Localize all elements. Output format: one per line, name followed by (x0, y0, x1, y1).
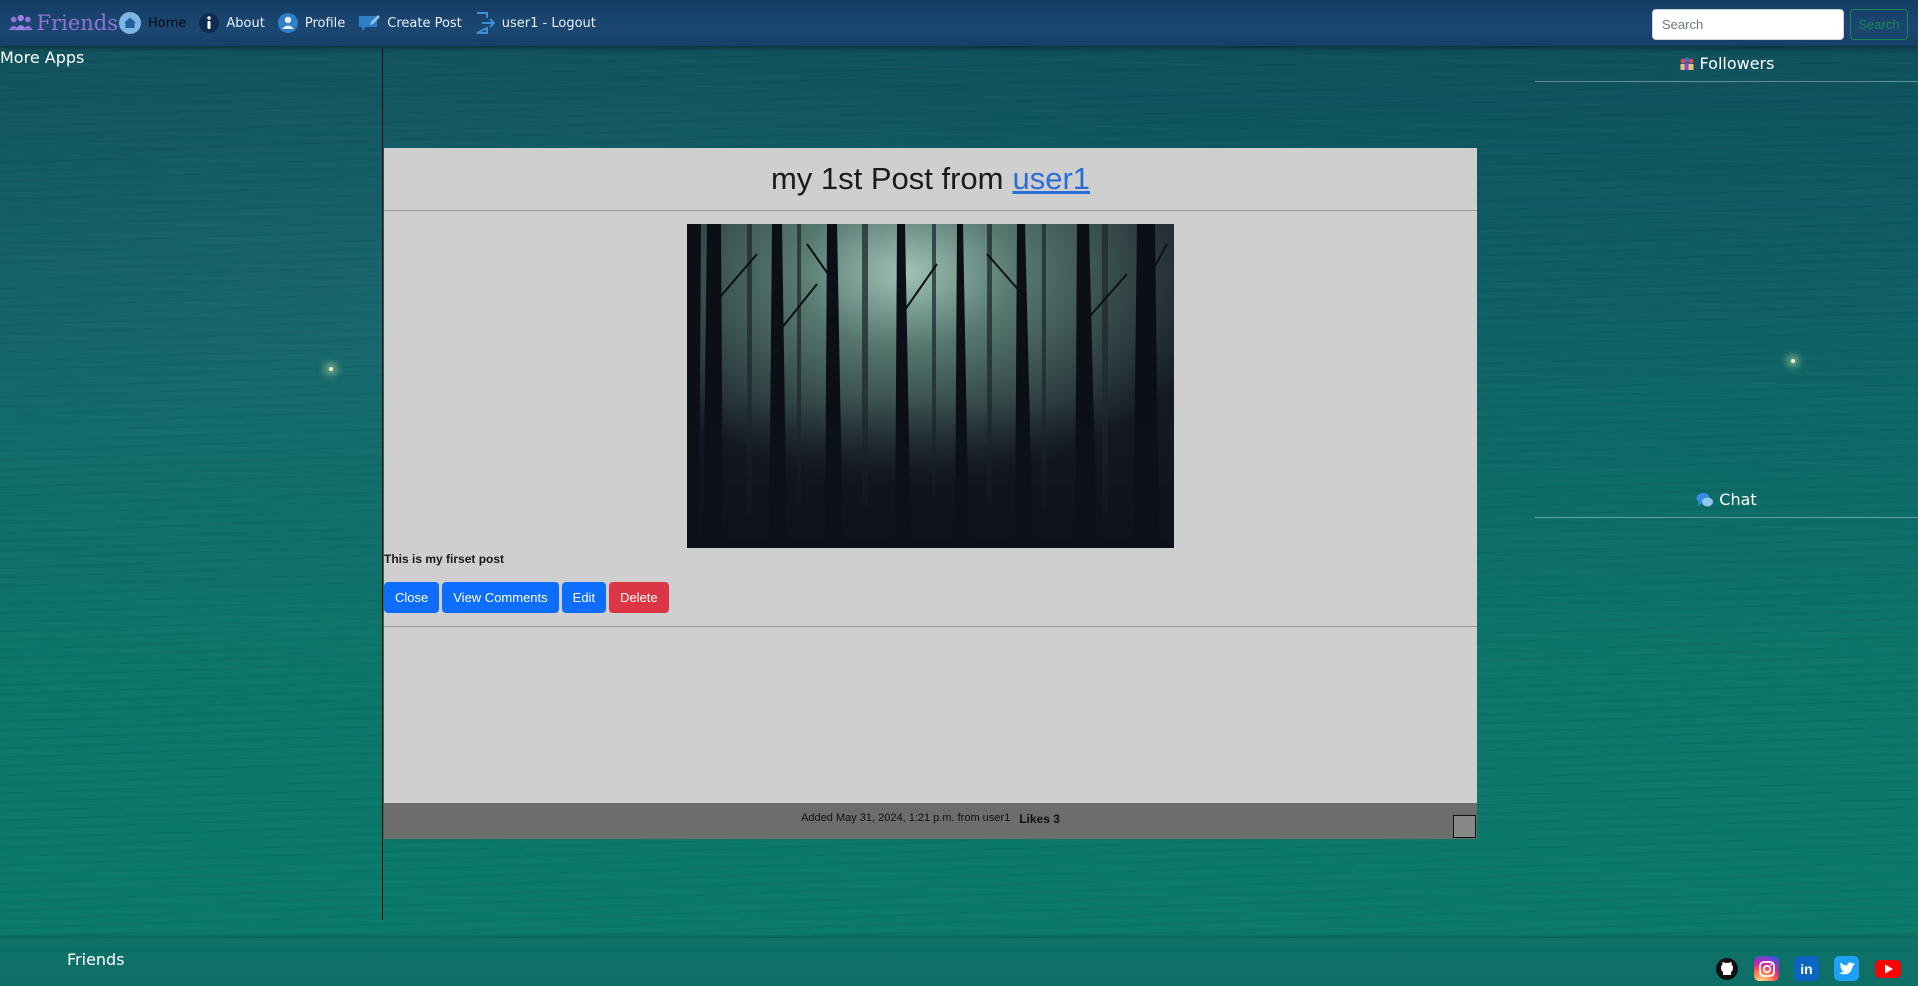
search-form: Search (1652, 9, 1908, 40)
nav-create-post[interactable]: Create Post (357, 13, 462, 33)
post-body: This is my firset post (384, 552, 505, 566)
post-added-info: Added May 31, 2024, 1:21 p.m. from user1 (801, 812, 1011, 824)
youtube-icon[interactable] (1874, 956, 1902, 981)
top-navbar: Friends Home About Profile Create Post u… (0, 0, 1918, 46)
comments-divider (384, 626, 1477, 627)
nav-profile[interactable]: Profile (277, 12, 345, 34)
logout-icon (474, 11, 496, 35)
chat-heading: Chat (1535, 482, 1918, 518)
post-author-link[interactable]: user1 (1013, 161, 1091, 197)
search-button[interactable]: Search (1850, 9, 1908, 40)
create-post-icon (357, 13, 381, 33)
delete-button[interactable]: Delete (609, 582, 669, 613)
more-apps-heading: More Apps (0, 48, 85, 67)
post-card: my 1st Post from user1 This is my firset… (384, 148, 1477, 839)
nav-logout[interactable]: user1 - Logout (474, 11, 596, 35)
nav-about-label: About (226, 15, 265, 31)
followers-title: Followers (1699, 54, 1775, 73)
user-icon (277, 12, 299, 34)
brand-name: Friends (36, 11, 119, 35)
linkedin-icon[interactable]: in (1794, 956, 1819, 981)
nav-about[interactable]: About (198, 12, 265, 34)
github-icon[interactable] (1714, 956, 1739, 981)
instagram-icon[interactable] (1754, 956, 1779, 981)
page-footer: Friends in (0, 938, 1918, 986)
glow-dot (329, 367, 333, 371)
chat-title: Chat (1719, 490, 1757, 509)
likes-count: Likes 3 (1019, 812, 1060, 826)
post-image (687, 224, 1174, 548)
nav-create-post-label: Create Post (387, 15, 462, 31)
nav-home-label: Home (148, 15, 187, 31)
post-footer: Added May 31, 2024, 1:21 p.m. from user1… (384, 803, 1477, 839)
glow-dot (1791, 359, 1795, 363)
post-actions: Close View Comments Edit Delete (384, 582, 672, 613)
nav-home[interactable]: Home (118, 11, 186, 35)
info-icon (198, 12, 220, 34)
post-title: my 1st Post from user1 (384, 148, 1477, 211)
chat-icon (1696, 492, 1714, 508)
followers-icon (1679, 57, 1695, 71)
social-links: in (1699, 956, 1902, 981)
brand-logo[interactable]: Friends (8, 11, 118, 35)
close-button[interactable]: Close (384, 582, 440, 613)
nav-profile-label: Profile (304, 15, 346, 31)
edit-button[interactable]: Edit (561, 582, 607, 613)
sidebar-divider (382, 48, 383, 920)
friends-logo-icon (8, 14, 33, 31)
twitter-icon[interactable] (1834, 956, 1859, 981)
followers-heading: Followers (1535, 46, 1918, 82)
home-icon (118, 11, 142, 35)
search-input[interactable] (1652, 9, 1844, 40)
post-title-text: my 1st Post from (770, 161, 1004, 196)
nav-logout-label: user1 - Logout (501, 15, 596, 31)
view-comments-button[interactable]: View Comments (442, 582, 559, 613)
footer-brand[interactable]: Friends (67, 950, 125, 969)
like-checkbox[interactable] (1453, 815, 1476, 838)
